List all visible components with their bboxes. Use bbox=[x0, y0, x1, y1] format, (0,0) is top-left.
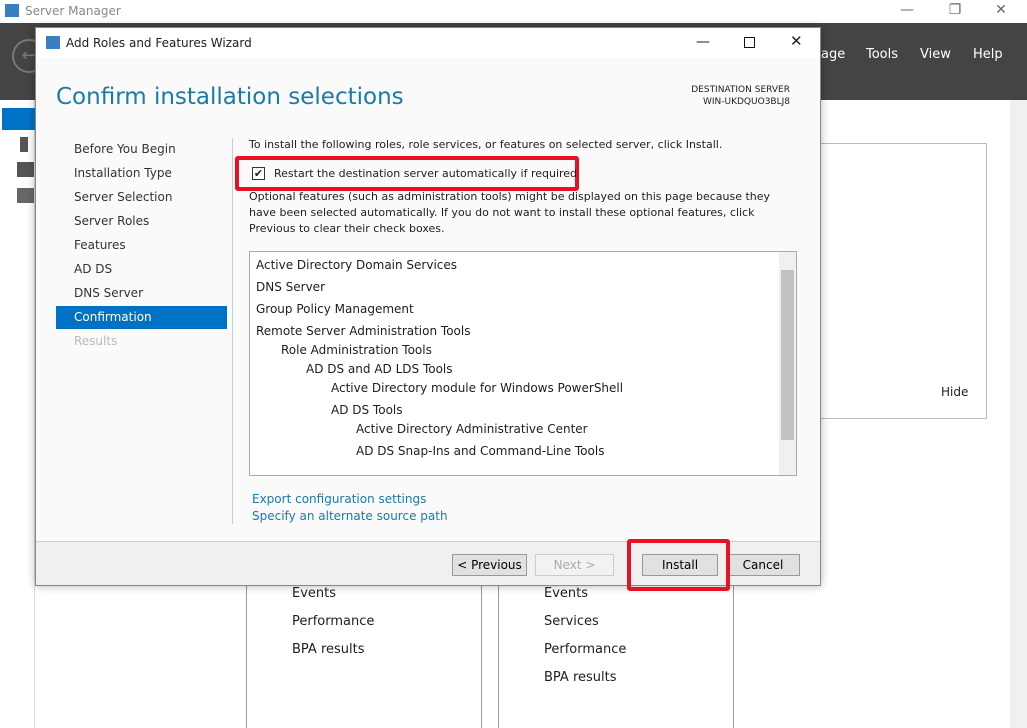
restore-button[interactable]: ❐ bbox=[940, 2, 970, 18]
server-manager-title: Server Manager bbox=[25, 4, 121, 18]
all-servers-icon[interactable] bbox=[17, 162, 34, 177]
server-manager-scrollbar[interactable] bbox=[1010, 100, 1027, 728]
wizard-title: Add Roles and Features Wizard bbox=[66, 36, 252, 50]
list-item: Active Directory Administrative Center bbox=[356, 422, 588, 436]
destination-server-name: WIN-UKDQUO3BLJ8 bbox=[702, 97, 790, 107]
page-title: Confirm installation selections bbox=[56, 84, 404, 110]
server-manager-titlebar: Server Manager — ❐ ✕ bbox=[0, 0, 1027, 23]
dashboard-icon[interactable] bbox=[2, 108, 35, 130]
nav-ad-ds[interactable]: AD DS bbox=[74, 258, 112, 281]
nav-server-roles[interactable]: Server Roles bbox=[74, 210, 149, 233]
tile-all-servers: Events Services Performance BPA results bbox=[498, 586, 734, 728]
list-item: Role Administration Tools bbox=[281, 343, 432, 357]
server-manager-sidebar bbox=[0, 100, 35, 728]
tile-item[interactable]: Events bbox=[292, 586, 336, 601]
list-item: Group Policy Management bbox=[256, 302, 414, 316]
nav-server-selection[interactable]: Server Selection bbox=[74, 186, 172, 209]
list-scrollbar[interactable] bbox=[779, 252, 796, 475]
menu-tools[interactable]: Tools bbox=[866, 47, 898, 62]
menu-help[interactable]: Help bbox=[973, 47, 1003, 62]
tile-local-server: Events Performance BPA results bbox=[246, 586, 482, 728]
tile-item[interactable]: Services bbox=[544, 614, 599, 629]
close-button[interactable]: ✕ bbox=[986, 2, 1016, 18]
list-item: AD DS and AD LDS Tools bbox=[306, 362, 453, 376]
restart-checkbox[interactable]: ✔ bbox=[252, 167, 265, 180]
tile-item[interactable]: BPA results bbox=[544, 670, 617, 685]
list-item: AD DS Tools bbox=[331, 403, 403, 417]
local-server-icon[interactable] bbox=[20, 137, 28, 152]
wizard-titlebar: Add Roles and Features Wizard — ✕ bbox=[36, 28, 820, 58]
optional-note: Optional features (such as administratio… bbox=[249, 190, 771, 235]
wizard-icon bbox=[46, 36, 60, 49]
intro-text: To install the following roles, role ser… bbox=[249, 138, 723, 151]
next-button: Next > bbox=[535, 554, 614, 576]
tile-item[interactable]: Performance bbox=[292, 614, 374, 629]
welcome-panel: Hide bbox=[820, 143, 987, 419]
menu-view[interactable]: View bbox=[920, 47, 951, 62]
destination-server: DESTINATION SERVER WIN-UKDQUO3BLJ8 bbox=[691, 84, 790, 108]
scrollbar-thumb[interactable] bbox=[781, 270, 794, 440]
divider bbox=[232, 138, 233, 524]
selection-list: Active Directory Domain Services DNS Ser… bbox=[249, 251, 797, 476]
nav-results: Results bbox=[74, 334, 118, 348]
list-item: Remote Server Administration Tools bbox=[256, 324, 471, 338]
wizard-close-button[interactable]: ✕ bbox=[790, 32, 803, 50]
tile-item[interactable]: Events bbox=[544, 586, 588, 601]
list-item: DNS Server bbox=[256, 280, 325, 294]
list-item: AD DS Snap-Ins and Command-Line Tools bbox=[356, 444, 605, 458]
list-item: Active Directory Domain Services bbox=[256, 258, 458, 272]
file-services-icon[interactable] bbox=[17, 188, 34, 203]
export-config-link[interactable]: Export configuration settings bbox=[252, 492, 426, 506]
install-highlight-box bbox=[627, 539, 730, 591]
nav-before-you-begin[interactable]: Before You Begin bbox=[74, 138, 176, 161]
server-manager-icon bbox=[5, 4, 19, 17]
destination-label: DESTINATION SERVER bbox=[691, 85, 790, 95]
minimize-button[interactable]: — bbox=[892, 2, 922, 18]
cancel-button[interactable]: Cancel bbox=[726, 554, 800, 576]
nav-installation-type[interactable]: Installation Type bbox=[74, 162, 172, 185]
previous-button[interactable]: < Previous bbox=[452, 554, 527, 576]
alternate-source-link[interactable]: Specify an alternate source path bbox=[252, 509, 448, 523]
nav-features[interactable]: Features bbox=[74, 234, 126, 257]
menu-manage[interactable]: age bbox=[821, 47, 845, 62]
tile-item[interactable]: Performance bbox=[544, 642, 626, 657]
list-item: Active Directory module for Windows Powe… bbox=[331, 381, 624, 395]
restart-label[interactable]: Restart the destination server automatic… bbox=[274, 167, 577, 180]
nav-confirmation[interactable]: Confirmation bbox=[56, 306, 227, 329]
nav-dns-server[interactable]: DNS Server bbox=[74, 282, 143, 305]
wizard-dialog: Add Roles and Features Wizard — ✕ Confir… bbox=[35, 27, 821, 586]
hide-link[interactable]: Hide bbox=[941, 385, 968, 399]
wizard-minimize-button[interactable]: — bbox=[696, 34, 710, 50]
tile-item[interactable]: BPA results bbox=[292, 642, 365, 657]
wizard-maximize-button[interactable] bbox=[744, 37, 755, 48]
